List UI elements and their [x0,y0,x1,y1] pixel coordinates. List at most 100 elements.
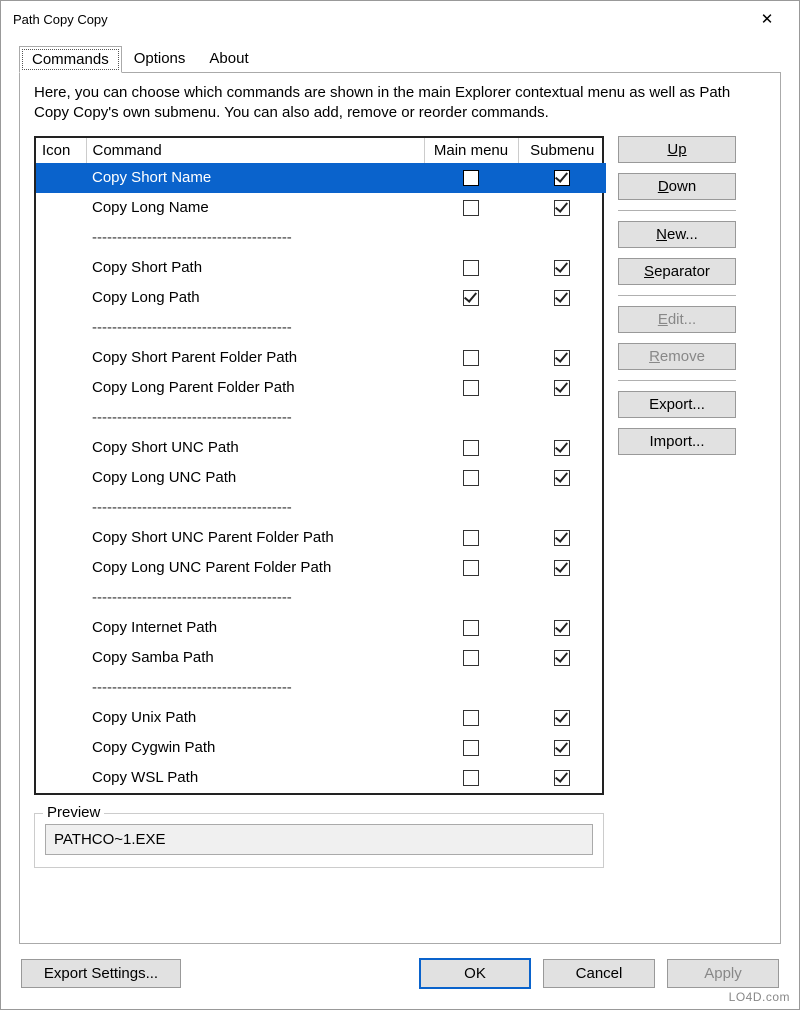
preview-group: Preview [34,813,604,868]
submenu-checkbox[interactable] [554,260,570,276]
submenu-checkbox[interactable] [554,350,570,366]
col-header-command[interactable]: Command [86,138,424,163]
ok-button[interactable]: OK [419,958,531,989]
separator-row[interactable]: ---------------------------------------- [36,403,606,433]
command-label: Copy WSL Path [86,763,424,793]
submenu-checkbox[interactable] [554,470,570,486]
table-row[interactable]: Copy Short Name [36,163,606,193]
table-row[interactable]: Copy Long Parent Folder Path [36,373,606,403]
close-icon[interactable]: ✕ [747,10,787,28]
separator-row[interactable]: ---------------------------------------- [36,223,606,253]
command-label: Copy Short Parent Folder Path [86,343,424,373]
commands-table[interactable]: Icon Command Main menu Submenu Copy Shor… [34,136,604,795]
description-text: Here, you can choose which commands are … [34,83,766,124]
window-title: Path Copy Copy [13,12,108,27]
main-menu-checkbox[interactable] [463,380,479,396]
up-button[interactable]: Up [618,136,736,163]
submenu-checkbox[interactable] [554,560,570,576]
submenu-checkbox[interactable] [554,650,570,666]
export-settings-button[interactable]: Export Settings... [21,959,181,988]
submenu-checkbox[interactable] [554,170,570,186]
submenu-checkbox[interactable] [554,620,570,636]
command-label: Copy Short Name [86,163,424,193]
table-row[interactable]: Copy Short Parent Folder Path [36,343,606,373]
main-menu-checkbox[interactable] [463,440,479,456]
down-button[interactable]: Down [618,173,736,200]
import-button[interactable]: Import... [618,428,736,455]
side-divider [618,210,736,211]
table-row[interactable]: Copy Short Path [36,253,606,283]
table-row[interactable]: Copy Long Path [36,283,606,313]
col-header-icon[interactable]: Icon [36,138,86,163]
preview-input [45,824,593,855]
main-menu-checkbox[interactable] [463,350,479,366]
main-menu-checkbox[interactable] [463,710,479,726]
separator-label: ---------------------------------------- [86,673,424,703]
table-row[interactable]: Copy WSL Path [36,763,606,793]
tab-options[interactable]: Options [122,46,198,73]
submenu-checkbox[interactable] [554,530,570,546]
submenu-checkbox[interactable] [554,440,570,456]
main-menu-checkbox[interactable] [463,650,479,666]
separator-button[interactable]: Separator [618,258,736,285]
submenu-checkbox[interactable] [554,380,570,396]
submenu-checkbox[interactable] [554,200,570,216]
submenu-checkbox[interactable] [554,770,570,786]
submenu-checkbox[interactable] [554,710,570,726]
separator-label: ---------------------------------------- [86,493,424,523]
titlebar: Path Copy Copy ✕ [1,1,799,37]
command-label: Copy Internet Path [86,613,424,643]
side-divider [618,380,736,381]
new-button[interactable]: New... [618,221,736,248]
col-header-submenu[interactable]: Submenu [518,138,606,163]
apply-button[interactable]: Apply [667,959,779,988]
main-menu-checkbox[interactable] [463,470,479,486]
command-label: Copy Cygwin Path [86,733,424,763]
side-buttons: Up Down New... Separator Edit... Remove … [618,136,736,795]
main-menu-checkbox[interactable] [463,770,479,786]
tab-about[interactable]: About [197,46,260,73]
table-row[interactable]: Copy Short UNC Path [36,433,606,463]
table-row[interactable]: Copy Short UNC Parent Folder Path [36,523,606,553]
submenu-checkbox[interactable] [554,740,570,756]
separator-row[interactable]: ---------------------------------------- [36,313,606,343]
content: CommandsOptionsAbout Here, you can choos… [1,37,799,944]
command-label: Copy Short Path [86,253,424,283]
table-header-row: Icon Command Main menu Submenu [36,138,606,163]
separator-row[interactable]: ---------------------------------------- [36,583,606,613]
col-header-main-menu[interactable]: Main menu [424,138,518,163]
command-label: Copy Long UNC Path [86,463,424,493]
main-menu-checkbox[interactable] [463,290,479,306]
table-row[interactable]: Copy Samba Path [36,643,606,673]
command-label: Copy Long Name [86,193,424,223]
export-button[interactable]: Export... [618,391,736,418]
preview-legend: Preview [43,804,104,821]
table-row[interactable]: Copy Long Name [36,193,606,223]
main-menu-checkbox[interactable] [463,200,479,216]
separator-row[interactable]: ---------------------------------------- [36,493,606,523]
window: Path Copy Copy ✕ CommandsOptionsAbout He… [0,0,800,1010]
table-row[interactable]: Copy Cygwin Path [36,733,606,763]
table-row[interactable]: Copy Unix Path [36,703,606,733]
main-menu-checkbox[interactable] [463,560,479,576]
separator-label: ---------------------------------------- [86,583,424,613]
main-menu-checkbox[interactable] [463,260,479,276]
main-menu-checkbox[interactable] [463,620,479,636]
table-row[interactable]: Copy Internet Path [36,613,606,643]
submenu-checkbox[interactable] [554,290,570,306]
edit-button[interactable]: Edit... [618,306,736,333]
cancel-button[interactable]: Cancel [543,959,655,988]
table-row[interactable]: Copy Long UNC Parent Folder Path [36,553,606,583]
separator-label: ---------------------------------------- [86,313,424,343]
remove-button[interactable]: Remove [618,343,736,370]
tab-panel-commands: Here, you can choose which commands are … [19,72,781,944]
tabstrip: CommandsOptionsAbout [19,46,781,73]
main-menu-checkbox[interactable] [463,740,479,756]
separator-row[interactable]: ---------------------------------------- [36,673,606,703]
table-row[interactable]: Copy Long UNC Path [36,463,606,493]
main-menu-checkbox[interactable] [463,530,479,546]
tab-commands[interactable]: Commands [19,46,122,73]
main-row: Icon Command Main menu Submenu Copy Shor… [34,136,766,795]
main-menu-checkbox[interactable] [463,170,479,186]
command-label: Copy Short UNC Path [86,433,424,463]
